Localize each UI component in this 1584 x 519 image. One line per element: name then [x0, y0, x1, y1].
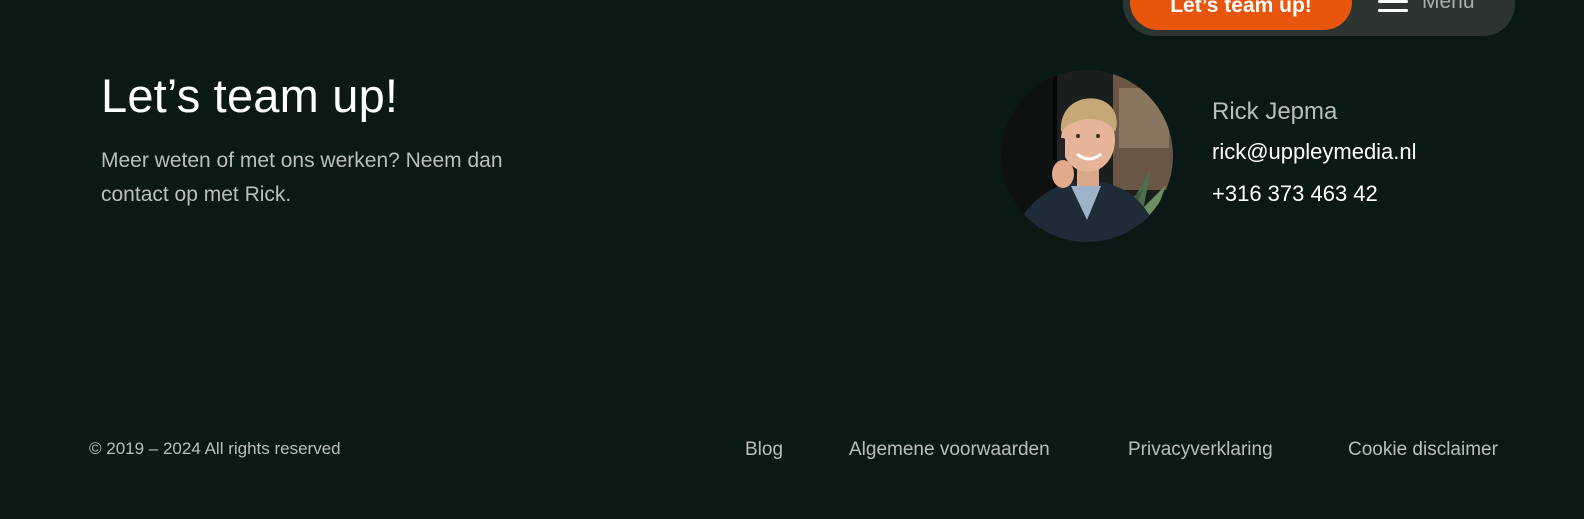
footer-link-cookie-disclaimer[interactable]: Cookie disclaimer: [1348, 439, 1498, 461]
menu-label: Menu: [1422, 0, 1475, 13]
copyright-text: © 2019 – 2024 All rights reserved: [89, 439, 341, 458]
intro-text: Meer weten of met ons werken? Neem dan c…: [101, 149, 503, 206]
cta-button-label: Let’s team up!: [1170, 0, 1312, 17]
contact-email-link[interactable]: rick@uppleymedia.nl: [1212, 139, 1417, 165]
avatar: [1001, 70, 1173, 242]
contact-name: Rick Jepma: [1212, 98, 1338, 125]
menu-button[interactable]: Menu: [1378, 0, 1475, 14]
footer-link-blog[interactable]: Blog: [745, 439, 783, 461]
contact-phone-link[interactable]: +316 373 463 42: [1212, 181, 1378, 207]
hamburger-menu-icon: [1378, 0, 1408, 12]
page-title: Let’s team up!: [101, 69, 399, 122]
footer-link-privacy[interactable]: Privacyverklaring: [1128, 439, 1273, 461]
lets-team-up-button[interactable]: Let’s team up!: [1130, 0, 1352, 30]
footer-link-terms[interactable]: Algemene voorwaarden: [849, 439, 1050, 461]
